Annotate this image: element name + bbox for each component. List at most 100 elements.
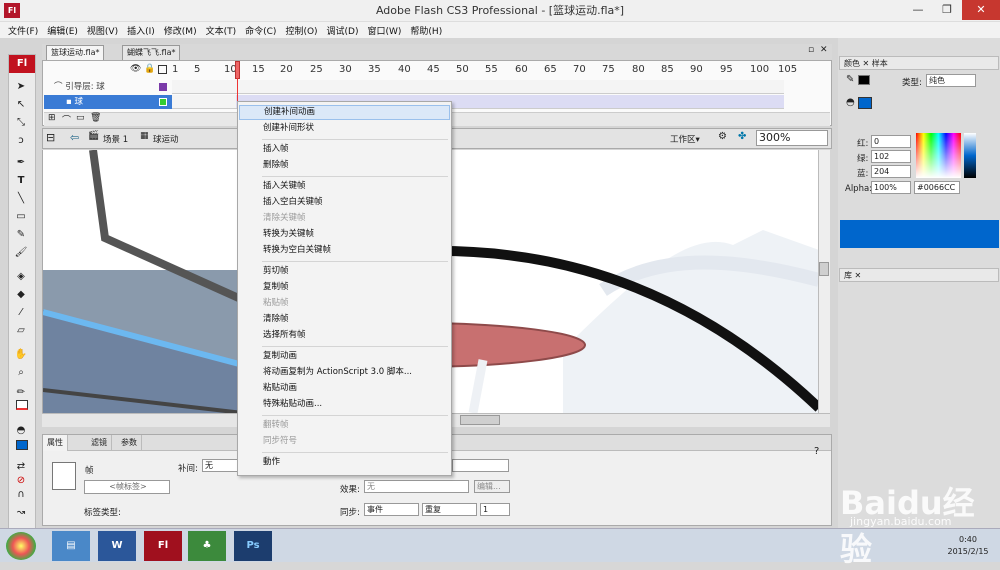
green-input[interactable]: 102 bbox=[871, 150, 911, 163]
playhead[interactable] bbox=[235, 61, 240, 79]
zoom-tool-icon[interactable]: ⌕ bbox=[14, 366, 28, 380]
context-menu-item[interactable]: 创建补间形状 bbox=[239, 121, 450, 136]
start-button[interactable] bbox=[6, 532, 36, 560]
no-color-icon[interactable]: ⊘ bbox=[14, 474, 28, 488]
effect-edit-button[interactable]: 编辑... bbox=[474, 480, 510, 493]
tab-butterfly-document[interactable]: 蝴蝶飞飞.fla* bbox=[122, 45, 181, 60]
subselection-tool-icon[interactable]: ↖ bbox=[14, 98, 28, 112]
taskbar-photoshop-icon[interactable]: Ps bbox=[234, 531, 272, 561]
menu-insert[interactable]: 插入(I) bbox=[127, 24, 155, 37]
context-menu-item[interactable]: 插入关键帧 bbox=[239, 179, 450, 194]
swap-colors-icon[interactable]: ⇄ bbox=[14, 460, 28, 474]
context-menu-item[interactable]: 特殊粘贴动画... bbox=[239, 397, 450, 412]
menu-window[interactable]: 窗口(W) bbox=[368, 24, 402, 37]
lasso-tool-icon[interactable]: ↄ bbox=[14, 134, 28, 148]
menu-text[interactable]: 文本(T) bbox=[206, 24, 237, 37]
context-menu-item[interactable]: 粘贴动画 bbox=[239, 381, 450, 396]
tab-library[interactable]: 库 bbox=[844, 271, 852, 280]
menu-modify[interactable]: 修改(M) bbox=[164, 24, 197, 37]
menu-commands[interactable]: 命令(C) bbox=[245, 24, 276, 37]
timeline-toggle-icon[interactable]: ⊟ bbox=[46, 131, 55, 144]
tab-parameters[interactable]: 参数 bbox=[117, 435, 142, 451]
pen-tool-icon[interactable]: ✒ bbox=[14, 156, 28, 170]
taskbar-word-icon[interactable]: W bbox=[98, 531, 136, 561]
fill-color-icon[interactable]: ◓ bbox=[14, 424, 28, 438]
minimize-button[interactable]: — bbox=[904, 0, 932, 20]
smooth-option-icon[interactable]: ↝ bbox=[14, 506, 28, 520]
horizontal-scroll-thumb[interactable] bbox=[460, 415, 500, 425]
rectangle-tool-icon[interactable]: ▭ bbox=[14, 210, 28, 224]
hex-input[interactable]: #0066CC bbox=[914, 181, 960, 194]
free-transform-tool-icon[interactable]: ⤡ bbox=[14, 116, 28, 130]
sound-select[interactable] bbox=[452, 459, 509, 472]
color-spectrum[interactable] bbox=[916, 133, 961, 178]
stage-vertical-scrollbar[interactable] bbox=[818, 150, 830, 413]
stroke-color-swatch[interactable] bbox=[16, 400, 28, 410]
tab-basketball-document[interactable]: 篮球运动.fla* bbox=[46, 45, 105, 60]
context-menu-item[interactable]: 复制动画 bbox=[239, 349, 450, 364]
context-menu-item[interactable]: 清除帧 bbox=[239, 312, 450, 327]
stroke-swatch[interactable] bbox=[858, 75, 870, 85]
tween-select[interactable]: 无 bbox=[202, 459, 238, 472]
repeat-select[interactable]: 重复 bbox=[422, 503, 477, 516]
context-menu-item[interactable]: 插入帧 bbox=[239, 142, 450, 157]
pencil-tool-icon[interactable]: ✎ bbox=[14, 228, 28, 242]
context-menu-item[interactable]: 转换为空白关键帧 bbox=[239, 243, 450, 258]
fill-swatch[interactable] bbox=[858, 97, 872, 109]
tab-color[interactable]: 颜色 bbox=[844, 59, 860, 68]
menu-view[interactable]: 视图(V) bbox=[87, 24, 118, 37]
menu-edit[interactable]: 编辑(E) bbox=[47, 24, 78, 37]
delete-layer-icon[interactable]: 🗑 bbox=[90, 113, 101, 123]
color-type-select[interactable]: 纯色 bbox=[926, 74, 976, 87]
ink-bottle-tool-icon[interactable]: ◈ bbox=[14, 270, 28, 284]
symbol-breadcrumb[interactable]: 球运动 bbox=[153, 133, 179, 145]
outline-icon[interactable] bbox=[158, 65, 167, 74]
edit-symbols-icon[interactable]: ⚙ bbox=[718, 131, 727, 142]
maximize-button[interactable]: ❐ bbox=[933, 0, 961, 20]
brightness-slider[interactable] bbox=[964, 133, 976, 178]
eyedropper-tool-icon[interactable]: ⁄ bbox=[14, 306, 28, 320]
guide-layer-frames[interactable] bbox=[172, 80, 784, 94]
tab-swatches[interactable]: 样本 bbox=[872, 59, 888, 68]
layer-ball[interactable]: ▪ 球 bbox=[44, 95, 172, 109]
menu-debug[interactable]: 调试(D) bbox=[327, 24, 359, 37]
add-guide-layer-icon[interactable]: ⌒ bbox=[62, 113, 71, 126]
help-icon[interactable]: ? bbox=[814, 446, 819, 457]
menu-control[interactable]: 控制(O) bbox=[285, 24, 317, 37]
context-menu-item[interactable]: 删除帧 bbox=[239, 158, 450, 173]
alpha-input[interactable]: 100% bbox=[871, 181, 911, 194]
taskbar-tree-icon[interactable]: ♣ bbox=[188, 531, 226, 561]
close-button[interactable]: ✕ bbox=[962, 0, 1000, 20]
snap-to-objects-icon[interactable]: ∩ bbox=[14, 488, 28, 502]
selection-tool-icon[interactable]: ➤ bbox=[14, 80, 28, 94]
context-menu-item[interactable]: 剪切帧 bbox=[239, 264, 450, 279]
frame-label-input[interactable]: <帧标签> bbox=[84, 480, 170, 494]
red-input[interactable]: 0 bbox=[871, 135, 911, 148]
layer-guide[interactable]: ⌒ 引导层: 球 bbox=[44, 80, 172, 94]
show-hide-eye-icon[interactable]: 👁 bbox=[130, 64, 141, 74]
context-menu-item[interactable]: 動作 bbox=[239, 455, 450, 470]
context-menu-item[interactable]: 将动画复制为 ActionScript 3.0 脚本... bbox=[239, 365, 450, 380]
repeat-count-input[interactable]: 1 bbox=[480, 503, 510, 516]
close-doc-icon[interactable]: ✕ bbox=[820, 45, 828, 55]
context-menu-item[interactable]: 选择所有帧 bbox=[239, 328, 450, 343]
workspace-menu[interactable]: 工作区▾ bbox=[670, 133, 700, 145]
stroke-color-icon[interactable]: ✏ bbox=[14, 386, 28, 400]
restore-doc-icon[interactable]: ▫ bbox=[808, 45, 814, 55]
paint-bucket-tool-icon[interactable]: ◆ bbox=[14, 288, 28, 302]
fill-color-swatch[interactable] bbox=[16, 440, 28, 450]
tab-filters[interactable]: 滤镜 bbox=[87, 435, 112, 451]
menu-file[interactable]: 文件(F) bbox=[8, 24, 38, 37]
taskbar-flash-icon[interactable]: Fl bbox=[144, 531, 182, 561]
context-menu-item[interactable]: 转换为关键帧 bbox=[239, 227, 450, 242]
fill-bucket-icon[interactable]: ◓ bbox=[846, 97, 855, 108]
context-menu-item[interactable]: 插入空白关键帧 bbox=[239, 195, 450, 210]
context-menu-item[interactable]: 复制帧 bbox=[239, 280, 450, 295]
eraser-tool-icon[interactable]: ▱ bbox=[14, 324, 28, 338]
effect-select[interactable]: 无 bbox=[364, 480, 469, 493]
menu-help[interactable]: 帮助(H) bbox=[410, 24, 442, 37]
tab-properties[interactable]: 属性 bbox=[43, 435, 68, 451]
zoom-select[interactable]: 300% bbox=[756, 130, 828, 146]
hand-tool-icon[interactable]: ✋ bbox=[14, 348, 28, 362]
stroke-pencil-icon[interactable]: ✎ bbox=[846, 74, 854, 85]
